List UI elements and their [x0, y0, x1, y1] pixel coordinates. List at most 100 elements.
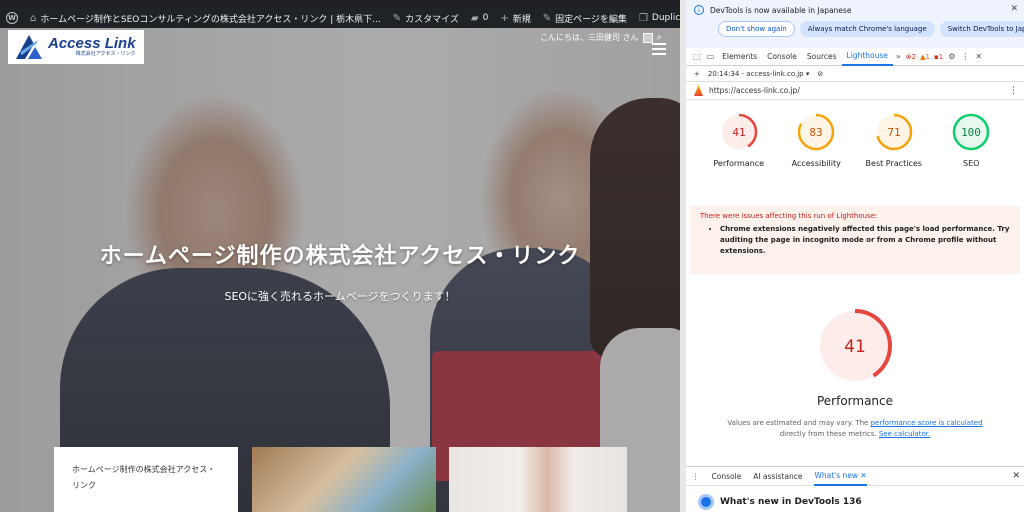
- new-label: 新規: [512, 14, 531, 25]
- tab-console[interactable]: Console: [762, 48, 802, 66]
- gauge-label: Best Practices: [865, 159, 922, 168]
- report-menu-icon[interactable]: ⋮: [1009, 86, 1018, 96]
- gauge-score: 83: [810, 126, 823, 139]
- gauge-ring: 100: [953, 113, 990, 151]
- whats-new-title: What's new in DevTools 136: [720, 497, 862, 507]
- drawer-tab-console[interactable]: Console: [712, 472, 742, 481]
- feature-card-1[interactable]: ホームページ制作の株式会社アクセス・リンク: [54, 447, 238, 512]
- devtools-drawer-tabs: ⋮ Console AI assistance What's new ✕ ✕: [686, 466, 1024, 486]
- comments-count: 0: [482, 13, 489, 23]
- customize-link[interactable]: ✎ カスタマイズ: [387, 8, 465, 28]
- score-gauge-performance[interactable]: 41 Performance: [709, 112, 769, 200]
- close-infobar-icon[interactable]: ✕: [1010, 4, 1018, 14]
- drawer-menu-icon[interactable]: ⋮: [692, 472, 700, 481]
- home-icon: ⌂: [30, 12, 37, 24]
- always-match-language-button[interactable]: Always match Chrome's language: [799, 21, 935, 37]
- tab-lighthouse[interactable]: Lighthouse: [841, 48, 893, 66]
- performance-big-gauge: 41: [818, 309, 892, 383]
- hero-subtitle: SEOに強く売れるホームページをつくります！: [224, 290, 456, 303]
- note-text-1: Values are estimated and may vary. The: [727, 419, 869, 427]
- chrome-icon: [698, 494, 714, 510]
- hero-overlay: [0, 28, 680, 512]
- report-url-bar: https://access-link.co.jp/ ⋮: [686, 82, 1024, 100]
- whats-new-header: What's new in DevTools 136: [698, 494, 862, 510]
- wp-logo-menu[interactable]: W: [0, 8, 24, 28]
- site-name-menu[interactable]: ⌂ ホームページ制作とSEOコンサルティングの株式会社アクセス・リンク | 栃木…: [24, 8, 387, 28]
- comments-link[interactable]: ▰ 0: [465, 8, 494, 28]
- edit-page-link[interactable]: ✎ 固定ページを編集: [537, 8, 633, 28]
- report-time: 20:14:34 - access-link.co.jp: [707, 69, 804, 78]
- logo-brand-text: Access Link: [48, 35, 136, 52]
- site-logo[interactable]: Access Link 株式会社アクセス・リンク: [8, 30, 144, 64]
- more-tabs-icon[interactable]: »: [893, 52, 904, 61]
- warning-item: Chrome extensions negatively affected th…: [720, 224, 1010, 257]
- report-url[interactable]: https://access-link.co.jp/: [709, 86, 800, 95]
- customize-label: カスタマイズ: [405, 14, 459, 25]
- tab-elements[interactable]: Elements: [717, 48, 762, 66]
- devtools-panel: i DevTools is now available in Japanese …: [680, 0, 1024, 512]
- gauge-label: Accessibility: [791, 159, 841, 168]
- new-content-menu[interactable]: + 新規: [494, 8, 536, 28]
- hamburger-menu-icon[interactable]: [652, 43, 666, 58]
- warning-count[interactable]: ▲1: [918, 53, 932, 61]
- greeting-text: こんにちは、三田健司 さん: [540, 33, 639, 42]
- see-calculator-link[interactable]: See calculator.: [879, 430, 930, 438]
- duplicate-post-link[interactable]: ❐ Duplicate Post: [633, 8, 680, 28]
- whats-new-label: What's new: [814, 470, 859, 480]
- performance-big-score: 41: [844, 337, 866, 357]
- tab-sources[interactable]: Sources: [802, 48, 842, 66]
- performance-title: Performance: [816, 394, 894, 408]
- error-count[interactable]: ⊗2: [904, 53, 918, 61]
- score-gauge-seo[interactable]: 100 SEO: [941, 112, 1001, 200]
- language-infobar: i DevTools is now available in Japanese …: [686, 0, 1024, 48]
- lighthouse-icon: [694, 85, 703, 96]
- drawer-tab-whats-new[interactable]: What's new ✕: [814, 466, 867, 486]
- close-drawer-icon[interactable]: ✕: [1012, 471, 1020, 481]
- score-gauge-accessibility[interactable]: 83 Accessibility: [786, 112, 846, 200]
- lighthouse-toolbar: + 20:14:34 - access-link.co.jp ▾ ⊘: [686, 66, 1024, 82]
- website-viewport: W ⌂ ホームページ制作とSEOコンサルティングの株式会社アクセス・リンク | …: [0, 0, 680, 512]
- gauge-ring: 71: [875, 113, 912, 151]
- brush-icon: ✎: [392, 12, 402, 24]
- hero-section: ホームページ制作の株式会社アクセス・リンク SEOに強く売れるホームページをつく…: [0, 28, 680, 512]
- site-title: ホームページ制作とSEOコンサルティングの株式会社アクセス・リンク | 栃木県下…: [40, 14, 381, 25]
- score-gauge-best-practices[interactable]: 71 Best Practices: [864, 112, 924, 200]
- close-devtools-icon[interactable]: ✕: [972, 52, 985, 61]
- clear-reports-icon[interactable]: ⊘: [817, 70, 823, 78]
- drawer-tab-ai-assistance[interactable]: AI assistance: [753, 472, 802, 481]
- feature-card-2-image[interactable]: [252, 447, 436, 512]
- report-selector[interactable]: 20:14:34 - access-link.co.jp ▾: [708, 70, 810, 78]
- note-text-2: directly from these metrics.: [779, 430, 877, 438]
- dont-show-again-button[interactable]: Don't show again: [718, 21, 795, 37]
- performance-note: Values are estimated and may vary. The p…: [686, 418, 1024, 440]
- gauge-ring: 41: [720, 113, 757, 151]
- comment-icon: ▰: [470, 12, 479, 24]
- avatar: [642, 32, 653, 43]
- switch-to-japanese-button[interactable]: Switch DevTools to Japanese: [939, 21, 1024, 37]
- feature-card-1-text: ホームページ制作の株式会社アクセス・リンク: [72, 465, 216, 490]
- performance-detail: 41 Performance Values are estimated and …: [686, 306, 1024, 456]
- user-greeting[interactable]: こんにちは、三田健司 さん ⌕: [540, 32, 662, 43]
- feature-card-3-image[interactable]: [449, 447, 627, 512]
- duplicate-label: Duplicate Post: [651, 13, 680, 23]
- pencil-icon: ✎: [542, 12, 552, 24]
- access-link-logo-icon: [14, 34, 44, 60]
- gauge-label: SEO: [963, 159, 980, 168]
- edit-page-label: 固定ページを編集: [555, 14, 627, 25]
- device-toolbar-icon[interactable]: ▭: [704, 52, 718, 61]
- issues-count[interactable]: ▪1: [932, 53, 945, 61]
- search-icon[interactable]: ⌕: [657, 32, 663, 43]
- new-report-icon[interactable]: +: [694, 70, 700, 78]
- wordpress-icon: W: [6, 12, 18, 24]
- warning-title: There were issues affecting this run of …: [700, 212, 878, 220]
- score-gauges: 41 Performance 83 Accessibility 71 Best Pract…: [686, 100, 1024, 200]
- devtools-tabbar: ⬚ ▭ Elements Console Sources Lighthouse …: [686, 48, 1024, 66]
- more-options-icon[interactable]: ⋮: [958, 52, 972, 61]
- inspect-element-icon[interactable]: ⬚: [690, 52, 704, 61]
- info-icon: i: [694, 5, 704, 15]
- gauge-label: Performance: [713, 159, 765, 168]
- performance-score-link[interactable]: performance score is calculated: [871, 419, 983, 427]
- infobar-message: DevTools is now available in Japanese: [710, 5, 852, 15]
- warning-count-value: 1: [925, 52, 930, 61]
- settings-gear-icon[interactable]: ⚙: [945, 52, 958, 61]
